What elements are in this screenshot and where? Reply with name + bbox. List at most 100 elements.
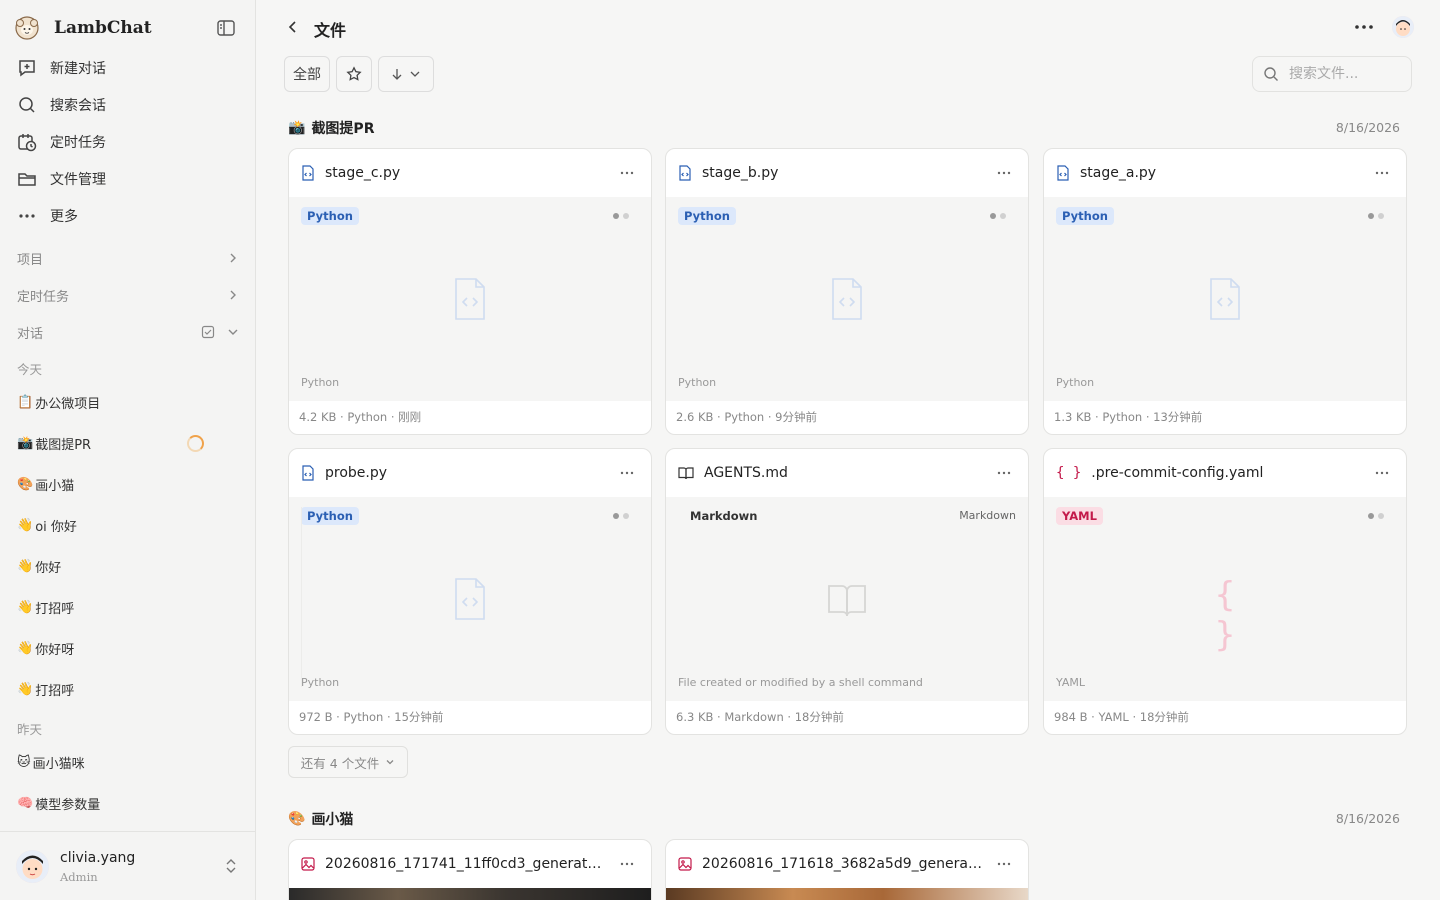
card-header: 20260816_171741_11ff0cd3_generated-... [289,840,651,888]
chat-title: 画小猫咪 [32,756,85,772]
group-date: 8/16/2026 [1335,811,1400,826]
group-name: 截图提PR [311,121,375,137]
file-name: 20260816_171618_3682a5d9_generated... [702,856,984,872]
search-input[interactable] [1289,66,1399,82]
card-header: stage_a.py [1044,149,1406,197]
chat-item[interactable]: 📋 办公微项目 [17,389,239,415]
nav-scheduled[interactable]: 定时任务 [16,128,106,156]
chat-item[interactable]: 👋 你好 [17,553,239,579]
loading-spinner [187,435,204,452]
more-files-label: 还有 4 个文件 [300,755,380,771]
file-preview: Python Python [666,197,1028,401]
search-box[interactable] [1252,56,1412,92]
chevron-right-icon [230,253,236,263]
page-title: 文件 [314,21,347,40]
group-header: 🎨 画小猫 [288,809,353,829]
nav-search-chats[interactable]: 搜索会话 [16,91,106,119]
file-meta: 4.2 KB · Python · 刚刚 [299,410,422,424]
more-icon[interactable] [996,465,1012,481]
group-today-label: 今天 [17,362,43,377]
code-file-icon [455,278,485,320]
more-icon[interactable] [1352,18,1376,36]
lang-badge: Python [1056,207,1114,225]
braces-icon: { } [1056,465,1082,481]
nav-files[interactable]: 文件管理 [16,165,106,193]
folder-icon [18,173,36,186]
brand[interactable]: LambChat [14,14,152,42]
section-scheduled[interactable]: 定时任务 [17,284,239,306]
favorites-filter-button[interactable] [336,56,372,92]
more-icon[interactable] [1374,165,1390,181]
code-file-icon [1057,165,1069,181]
nav-new-chat[interactable]: 新建对话 [16,54,106,82]
card-header: stage_b.py [666,149,1028,197]
group-date: 8/16/2026 [1335,120,1400,135]
user-bar[interactable]: clivia.yang Admin [0,831,256,900]
lang-badge: Python [301,207,359,225]
arrow-down-icon [392,69,402,80]
section-label: 项目 [17,252,44,268]
chevron-up-down-icon[interactable] [222,857,240,875]
chat-item[interactable]: 👋 oi 你好 [17,512,239,538]
select-chats-icon[interactable] [201,325,215,339]
file-card[interactable]: probe.py Python Python 972 B · Python · … [288,448,652,735]
chat-item[interactable]: 📸 截图提PR [17,430,239,456]
chat-emoji: 🐱 [17,754,31,770]
file-name: stage_c.py [325,165,401,181]
lang-badge: Python [678,207,736,225]
chevron-down-icon[interactable] [227,326,239,338]
more-icon[interactable] [996,856,1012,872]
nav-more[interactable]: 更多 [16,202,78,230]
preview-gutter [301,507,302,687]
chat-item[interactable]: 🧠 模型参数量 [17,790,239,816]
group-name: 画小猫 [311,812,354,828]
chat-item[interactable]: 👋 打招呼 [17,676,239,702]
more-icon[interactable] [996,165,1012,181]
image-card[interactable]: 20260816_171741_11ff0cd3_generated-... [288,839,652,900]
file-name: stage_a.py [1080,165,1157,181]
chevron-right-icon [230,290,236,300]
file-name: 20260816_171741_11ff0cd3_generated-... [325,856,607,872]
back-icon[interactable] [284,18,302,36]
show-more-files-button[interactable]: 还有 4 个文件 [288,746,408,778]
more-icon[interactable] [619,465,635,481]
section-projects[interactable]: 项目 [17,247,239,269]
chat-title: 截图提PR [35,437,92,453]
nav-label: 更多 [50,209,78,225]
file-card[interactable]: AGENTS.md Markdown Markdown File created… [665,448,1029,735]
chat-item[interactable]: 🎨 画小猫 [17,471,239,497]
filter-all-button[interactable]: 全部 [284,56,330,92]
section-label: 定时任务 [17,289,70,305]
chat-emoji: 🧠 [17,795,34,811]
code-file-icon [679,165,691,181]
sidebar-toggle-icon[interactable] [216,18,236,38]
code-file-icon [302,465,314,481]
lamb-logo-icon [15,16,39,40]
image-card[interactable]: 20260816_171618_3682a5d9_generated... [665,839,1029,900]
chat-emoji: 👋 [17,558,34,574]
chat-item[interactable]: 🐱 画小猫咪 [17,749,239,775]
app-name: LambChat [54,18,152,38]
card-header: probe.py [289,449,651,497]
more-icon[interactable] [619,856,635,872]
status-dots [1368,213,1384,219]
chat-item[interactable]: 👋 你好呀 [17,635,239,661]
file-preview: Markdown Markdown File created or modifi… [666,497,1028,701]
chat-title: 办公微项目 [35,396,101,412]
chat-title: 打招呼 [35,601,75,617]
file-card[interactable]: stage_b.py Python Python 2.6 KB · Python… [665,148,1029,435]
nav-label: 文件管理 [50,172,106,188]
file-card[interactable]: { } .pre-commit-config.yaml YAML { } YAM… [1043,448,1407,735]
chat-item[interactable]: 👋 打招呼 [17,594,239,620]
file-meta: 984 B · YAML · 18分钟前 [1054,710,1189,724]
more-icon[interactable] [1374,465,1390,481]
section-chats[interactable]: 对话 [17,321,239,343]
group-header: 📸 截图提PR [288,118,374,138]
more-icon[interactable] [619,165,635,181]
user-name: clivia.yang [60,850,136,866]
file-card[interactable]: stage_a.py Python Python 1.3 KB · Python… [1043,148,1407,435]
chat-emoji: 👋 [17,681,34,697]
avatar[interactable] [1392,16,1414,38]
file-card[interactable]: stage_c.py Python Python 4.2 KB · Python… [288,148,652,435]
sort-button[interactable] [378,56,434,92]
